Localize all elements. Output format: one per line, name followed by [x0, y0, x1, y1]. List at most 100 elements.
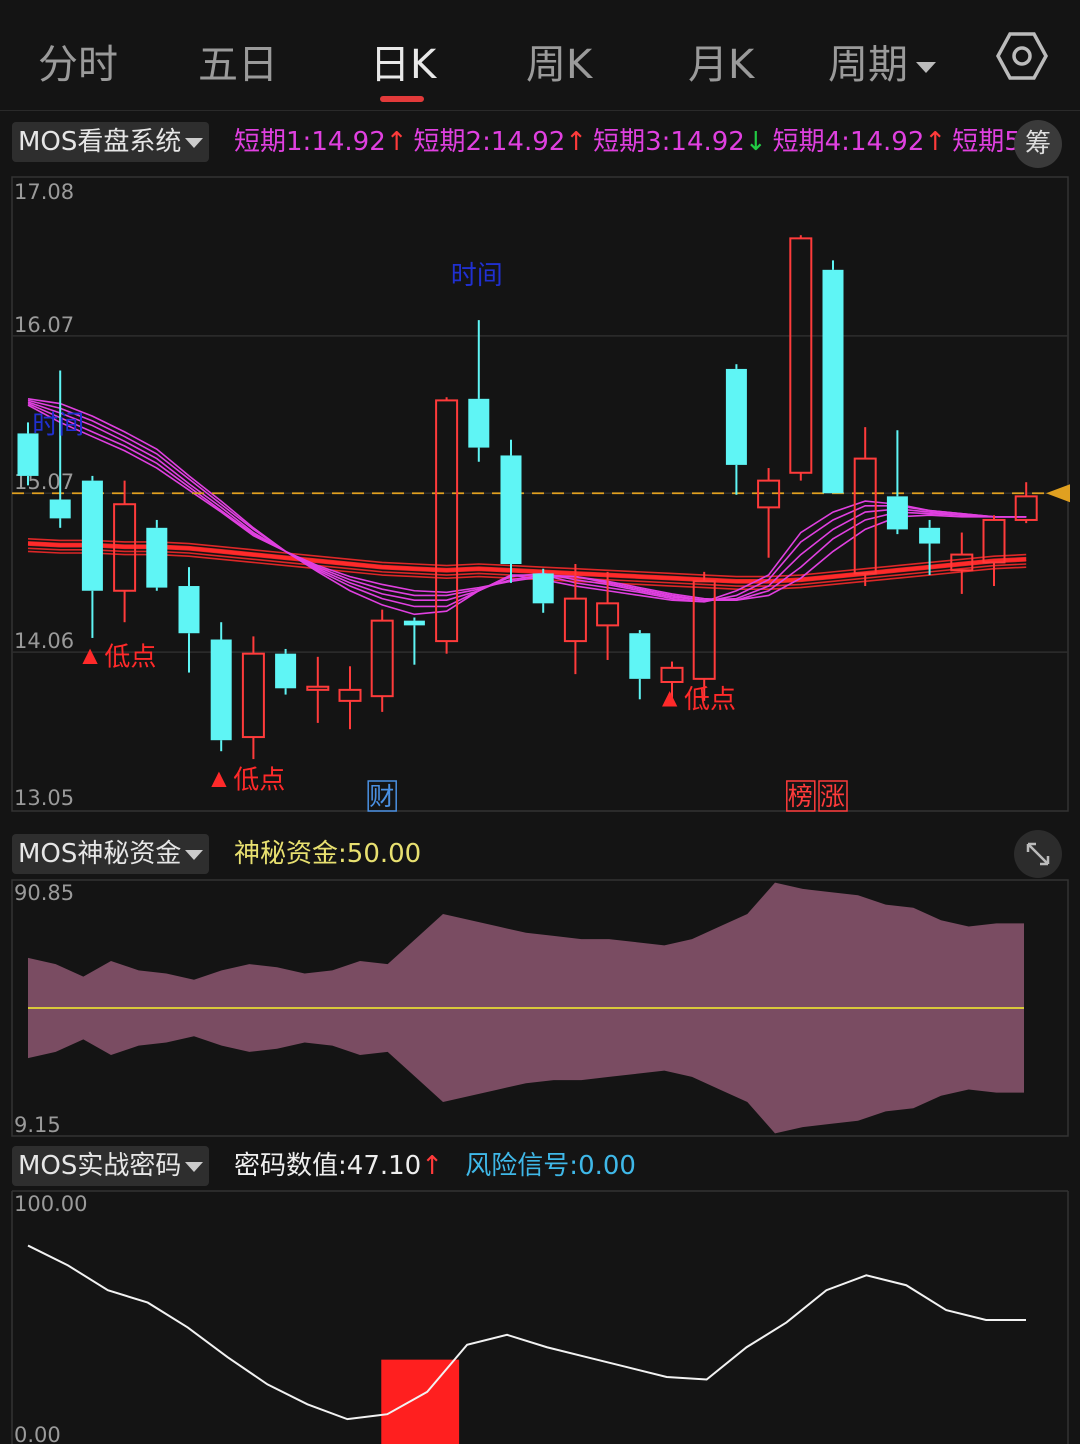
candle-body: [81, 480, 103, 591]
chevron-down-icon: [916, 61, 936, 73]
main-indicator-selector[interactable]: MOS看盘系统: [12, 122, 210, 162]
candle-body: [210, 639, 232, 741]
ma-legend-arrow: ↑: [565, 127, 588, 157]
candle-body: [435, 399, 459, 643]
tab-intraday[interactable]: 分时: [38, 32, 118, 90]
y-tick-label: 17.08: [14, 180, 74, 204]
ma-legend-item: 短期4:14.92↑: [773, 127, 947, 157]
y-tick-label: 90.85: [14, 881, 74, 905]
candle-body: [563, 597, 587, 643]
period-tab-bar: 分时 五日 日K 周K 月K 周期: [0, 0, 1080, 111]
current-price-marker: [1046, 484, 1070, 503]
candle-body: [370, 619, 394, 698]
ma-legend-item: 短期2:14.92↑: [414, 127, 588, 157]
candle-body: [275, 653, 297, 689]
candle-body: [725, 368, 747, 465]
ma-legend-item: 短期5: [952, 127, 1021, 157]
candle-body: [146, 527, 168, 588]
y-tick-label: 14.06: [14, 629, 74, 653]
mystery-fund-area-chart[interactable]: 90.85 9.15: [0, 878, 1080, 1140]
candle-body: [629, 633, 651, 679]
event-tag-text: 榜: [788, 782, 813, 811]
risk-signal-value: 0.00: [578, 1151, 636, 1181]
event-tag: 涨: [818, 780, 848, 812]
candle-body: [789, 237, 813, 474]
event-tag-text: 涨: [820, 782, 845, 811]
event-tag: 榜: [786, 780, 816, 812]
tab-period-dropdown[interactable]: 周期: [828, 32, 936, 90]
candle-body: [532, 573, 554, 604]
ma-legend-label: 短期2:: [413, 127, 491, 157]
expand-arrows-glyph: [1026, 842, 1050, 866]
candle-body: [500, 455, 522, 565]
tab-five-day[interactable]: 五日: [198, 32, 278, 90]
candle-body: [822, 269, 844, 494]
event-tag: 财: [367, 780, 397, 812]
low-point-label: 低点: [684, 685, 736, 715]
ma-legend-label: 短期5: [952, 127, 1021, 157]
ma-legend-arrow: ↑: [924, 127, 947, 157]
time-annotation: 时间: [451, 261, 503, 291]
main-indicator-legend: 短期1:14.92↑ 短期2:14.92↑ 短期3:14.92↓ 短期4:14.92↑…: [234, 122, 1027, 162]
chevron-down-icon: [185, 137, 204, 148]
tab-weekly-k[interactable]: 周K: [526, 32, 592, 90]
candle-body: [692, 580, 716, 680]
code-value: 47.10: [346, 1151, 422, 1181]
fund-legend-label: 神秘资金: [234, 839, 339, 869]
hexagon-gear-icon[interactable]: [996, 30, 1048, 82]
low-point-marker: ▲: [82, 643, 98, 667]
ma-legend-item: 短期3:14.92↓: [593, 127, 767, 157]
battle-code-line-chart[interactable]: 100.00 0.00: [0, 1189, 1080, 1444]
y-tick-label: 16.07: [14, 313, 74, 337]
main-indicator-name: MOS看盘系统: [18, 127, 182, 157]
candle-body: [306, 685, 330, 691]
low-point-label: 低点: [233, 765, 285, 795]
low-point-marker: ▲: [662, 685, 678, 709]
legend-colon: :: [338, 1151, 347, 1181]
chevron-down-icon: [185, 849, 204, 860]
ma-legend-arrow: ↑: [385, 127, 408, 157]
ma-legend-value: 14.92: [670, 127, 745, 157]
legend-colon: :: [569, 1151, 579, 1181]
fund-indicator-selector[interactable]: MOS神秘资金: [12, 834, 210, 874]
code-indicator-selector[interactable]: MOS实战密码: [12, 1146, 210, 1186]
candle-body: [886, 496, 908, 530]
expand-arrows-icon[interactable]: [1014, 830, 1062, 878]
fund-legend-value: 50.00: [346, 839, 422, 869]
code-indicator-name: MOS实战密码: [18, 1151, 182, 1181]
ma-legend-label: 短期4:: [772, 127, 850, 157]
candle-body: [596, 602, 620, 627]
candle-body: [338, 688, 362, 702]
candle-body: [178, 586, 200, 634]
candlestick-chart[interactable]: 17.0816.0715.0714.0613.05时间时间▲ 低点▲ 低点▲ 低点财榜…: [0, 165, 1080, 827]
code-indicator-legend: 密码数值:47.10↑ 风险信号:0.00: [234, 1146, 636, 1186]
y-tick-label: 0.00: [14, 1423, 61, 1444]
ma-legend-value: 14.92: [311, 127, 386, 157]
tab-monthly-k[interactable]: 月K: [688, 32, 754, 90]
y-tick-label: 13.05: [14, 786, 74, 810]
candle-body: [241, 652, 265, 739]
risk-signal-label: 风险信号: [465, 1151, 570, 1181]
risk-signal-bar: [381, 1359, 460, 1444]
fund-indicator-legend: 神秘资金:50.00: [234, 834, 421, 874]
code-value-arrow: ↑: [421, 1151, 444, 1181]
y-tick-label: 100.00: [14, 1192, 87, 1216]
code-value-line: [27, 1244, 1026, 1421]
ma-legend-value: 14.92: [849, 127, 925, 157]
candle-body: [49, 499, 71, 519]
ma-legend-item: 短期1:14.92↑: [234, 127, 408, 157]
tab-period-label: 周期: [828, 42, 908, 88]
tab-daily-k[interactable]: 日K: [370, 32, 436, 90]
active-tab-indicator: [380, 96, 424, 102]
ma-legend-arrow: ↓: [744, 127, 767, 157]
chip-distribution-button[interactable]: 筹: [1014, 120, 1062, 168]
ma-legend-value: 14.92: [490, 127, 566, 157]
ma-legend-label: 短期3:: [593, 127, 671, 157]
candle-body: [919, 527, 941, 544]
low-point-label: 低点: [104, 643, 156, 673]
fund-indicator-name: MOS神秘资金: [18, 839, 182, 869]
low-point-marker: ▲: [211, 765, 227, 789]
y-tick-label: 9.15: [14, 1113, 61, 1137]
event-tag-text: 财: [369, 782, 394, 811]
code-value-label: 密码数值: [234, 1151, 339, 1181]
